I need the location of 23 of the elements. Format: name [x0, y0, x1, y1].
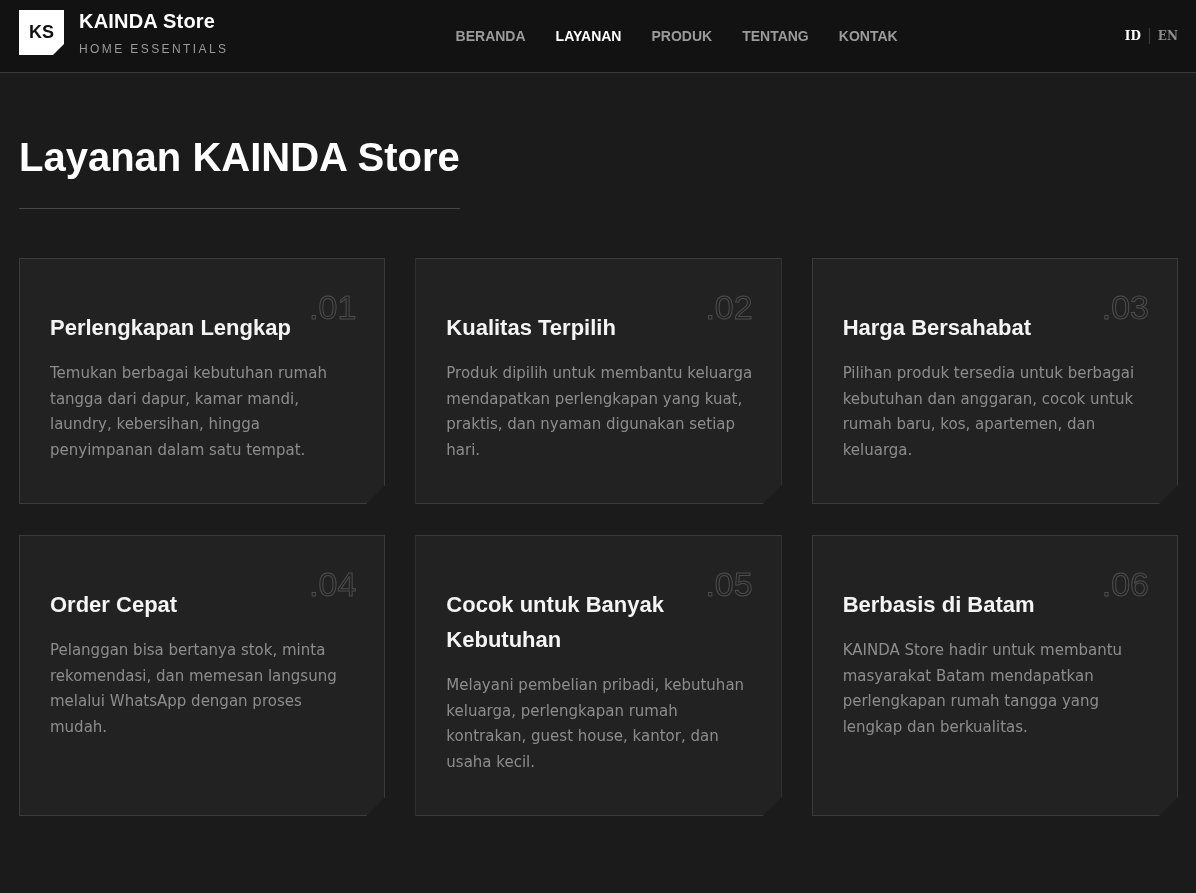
nav-link[interactable]: PRODUK: [651, 26, 713, 46]
page-title: Layanan KAINDA Store: [19, 134, 460, 181]
card-description: KAINDA Store hadir untuk membantu masyarakat Batam mendapatkan perlengkapan rumah tangga yang lengkap dan berkualitas.: [842, 640, 1124, 738]
card-description: Melayani pembelian pribadi, kebutuhan keluarga, perlengkapan rumah kontrakan, guest house, kantor, dan usaha kecil.: [446, 675, 746, 773]
card-description: Produk dipilih untuk membantu keluarga mendapatkan perlengkapan yang kuat, praktis, dan nyaman digunakan setiap hari.: [446, 363, 754, 461]
card-title: Kualitas Terpilih: [446, 314, 616, 342]
card-description: Pelanggan bisa bertanya stok, minta rekomendasi, dan memesan langsung melalui WhatsApp dengan proses mudah.: [50, 640, 338, 738]
nav-link[interactable]: BERANDA: [455, 26, 526, 46]
nav-link[interactable]: LAYANAN: [555, 26, 622, 46]
card-title: Harga Bersahabat: [842, 314, 1031, 342]
card-title: Order Cepat: [50, 591, 178, 619]
card-title: Cocok untuk Banyak Kebutuhan: [446, 591, 665, 654]
card-title: Berbasis di Batam: [842, 591, 1035, 619]
language-option[interactable]: ID: [1124, 28, 1141, 44]
language-option[interactable]: EN: [1157, 28, 1178, 44]
card-description: Temukan berbagai kebutuhan rumah tangga dari dapur, kamar mandi, laundry, kebersihan, hingga penyimpanan dalam satu tempat.: [50, 363, 328, 461]
logo-mark: KS: [19, 10, 64, 55]
store-tagline: HOME ESSENTIALS: [79, 41, 229, 57]
nav-link[interactable]: TENTANG: [742, 26, 809, 46]
nav-link[interactable]: KONTAK: [838, 26, 898, 46]
card-description: Pilihan produk tersedia untuk berbagai kebutuhan dan anggaran, cocok untuk rumah baru, kos, apartemen, dan keluarga.: [842, 363, 1136, 461]
card-title: Perlengkapan Lengkap: [50, 314, 291, 342]
store-name: KAINDA Store: [79, 9, 217, 33]
